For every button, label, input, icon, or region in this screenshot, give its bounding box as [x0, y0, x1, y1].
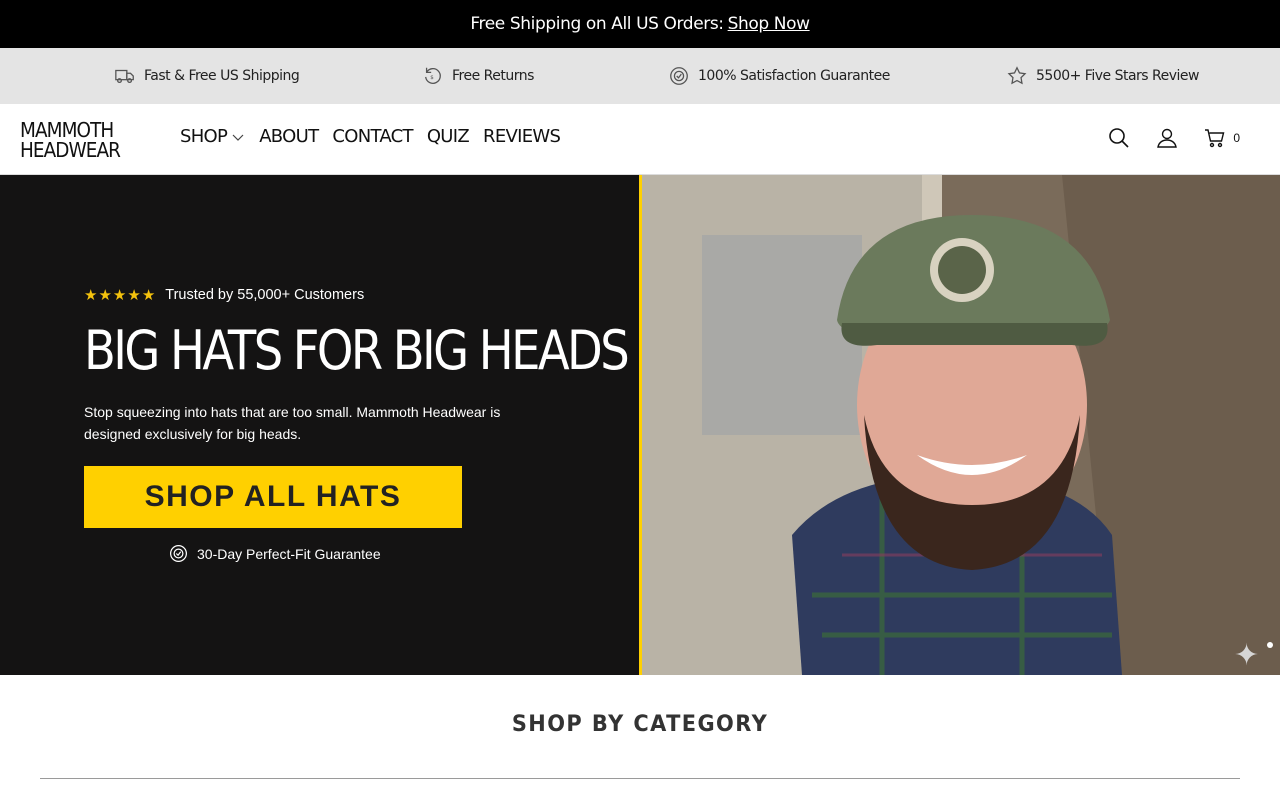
- shop-all-hats-button[interactable]: SHOP ALL HATS: [84, 466, 462, 528]
- nav-shop-label: SHOP: [180, 126, 228, 147]
- nav-shop[interactable]: SHOP: [180, 126, 245, 147]
- header-icons: 0: [1107, 126, 1240, 150]
- shop-now-link[interactable]: Shop Now: [728, 14, 810, 34]
- logo-line1: MAMMOTH: [20, 118, 114, 142]
- fit-guarantee: 30-Day Perfect-Fit Guarantee: [168, 543, 381, 564]
- perk-returns: $ Free Returns: [422, 48, 534, 104]
- announcement-text: Free Shipping on All US Orders:: [470, 14, 724, 34]
- cart-count: 0: [1233, 131, 1240, 145]
- nav-reviews[interactable]: REVIEWS: [483, 126, 561, 147]
- hero-subtext: Stop squeezing into hats that are too sm…: [84, 404, 501, 442]
- cart-icon: [1205, 129, 1225, 148]
- hero-photo: [642, 175, 1280, 675]
- sparkle-icon: ✦: [1234, 639, 1260, 672]
- site-header: MAMMOTH HEADWEAR SHOP ABOUT CONTACT QUIZ…: [0, 104, 1280, 175]
- cart-button[interactable]: 0: [1203, 126, 1240, 150]
- rating-text: Trusted by 55,000+ Customers: [165, 287, 365, 303]
- perk-shipping: Fast & Free US Shipping: [114, 48, 300, 104]
- hero-headline: BIG HATS FOR BIG HEADS: [84, 319, 630, 382]
- logo-line2: HEADWEAR: [20, 138, 121, 162]
- main-nav: SHOP ABOUT CONTACT QUIZ REVIEWS: [180, 126, 561, 147]
- perk-guarantee: 100% Satisfaction Guarantee: [668, 48, 890, 104]
- guarantee-text: 30-Day Perfect-Fit Guarantee: [197, 545, 381, 562]
- nav-about[interactable]: ABOUT: [259, 126, 319, 147]
- star-outline-icon: [1007, 66, 1027, 85]
- category-divider: [40, 778, 1240, 779]
- nav-contact[interactable]: CONTACT: [332, 126, 413, 147]
- perk-label: Free Returns: [452, 68, 534, 84]
- announcement-bar: Free Shipping on All US Orders: Shop Now: [0, 0, 1280, 48]
- hero-section: ★ ★ ★ ★ ★ Trusted by 55,000+ Customers BIG H…: [0, 175, 1280, 675]
- nav-quiz[interactable]: QUIZ: [427, 126, 470, 147]
- perks-bar: Fast & Free US Shipping $ Free Returns 1…: [0, 48, 1280, 104]
- svg-text:$: $: [430, 75, 434, 81]
- perk-label: Fast & Free US Shipping: [144, 68, 300, 84]
- hero-photo-illustration: [642, 175, 1280, 675]
- perk-label: 100% Satisfaction Guarantee: [698, 68, 890, 84]
- account-icon[interactable]: [1155, 126, 1179, 150]
- logo[interactable]: MAMMOTH HEADWEAR: [20, 118, 121, 162]
- perk-label: 5500+ Five Stars Review: [1036, 68, 1200, 84]
- perk-reviews: 5500+ Five Stars Review: [1006, 48, 1200, 104]
- badge-check-icon: [670, 67, 688, 85]
- truck-icon: [115, 69, 134, 84]
- rating-row: ★ ★ ★ ★ ★ Trusted by 55,000+ Customers: [84, 287, 364, 303]
- badge-check-icon: [170, 545, 187, 562]
- return-icon: $: [425, 67, 441, 84]
- category-section: SHOP BY CATEGORY: [0, 676, 1280, 800]
- star-rating: ★ ★ ★ ★ ★: [84, 286, 156, 304]
- category-title: SHOP BY CATEGORY: [511, 712, 769, 737]
- chevron-down-icon: [232, 134, 244, 141]
- hero-content: ★ ★ ★ ★ ★ Trusted by 55,000+ Customers BIG H…: [0, 175, 640, 675]
- search-icon[interactable]: [1107, 126, 1131, 150]
